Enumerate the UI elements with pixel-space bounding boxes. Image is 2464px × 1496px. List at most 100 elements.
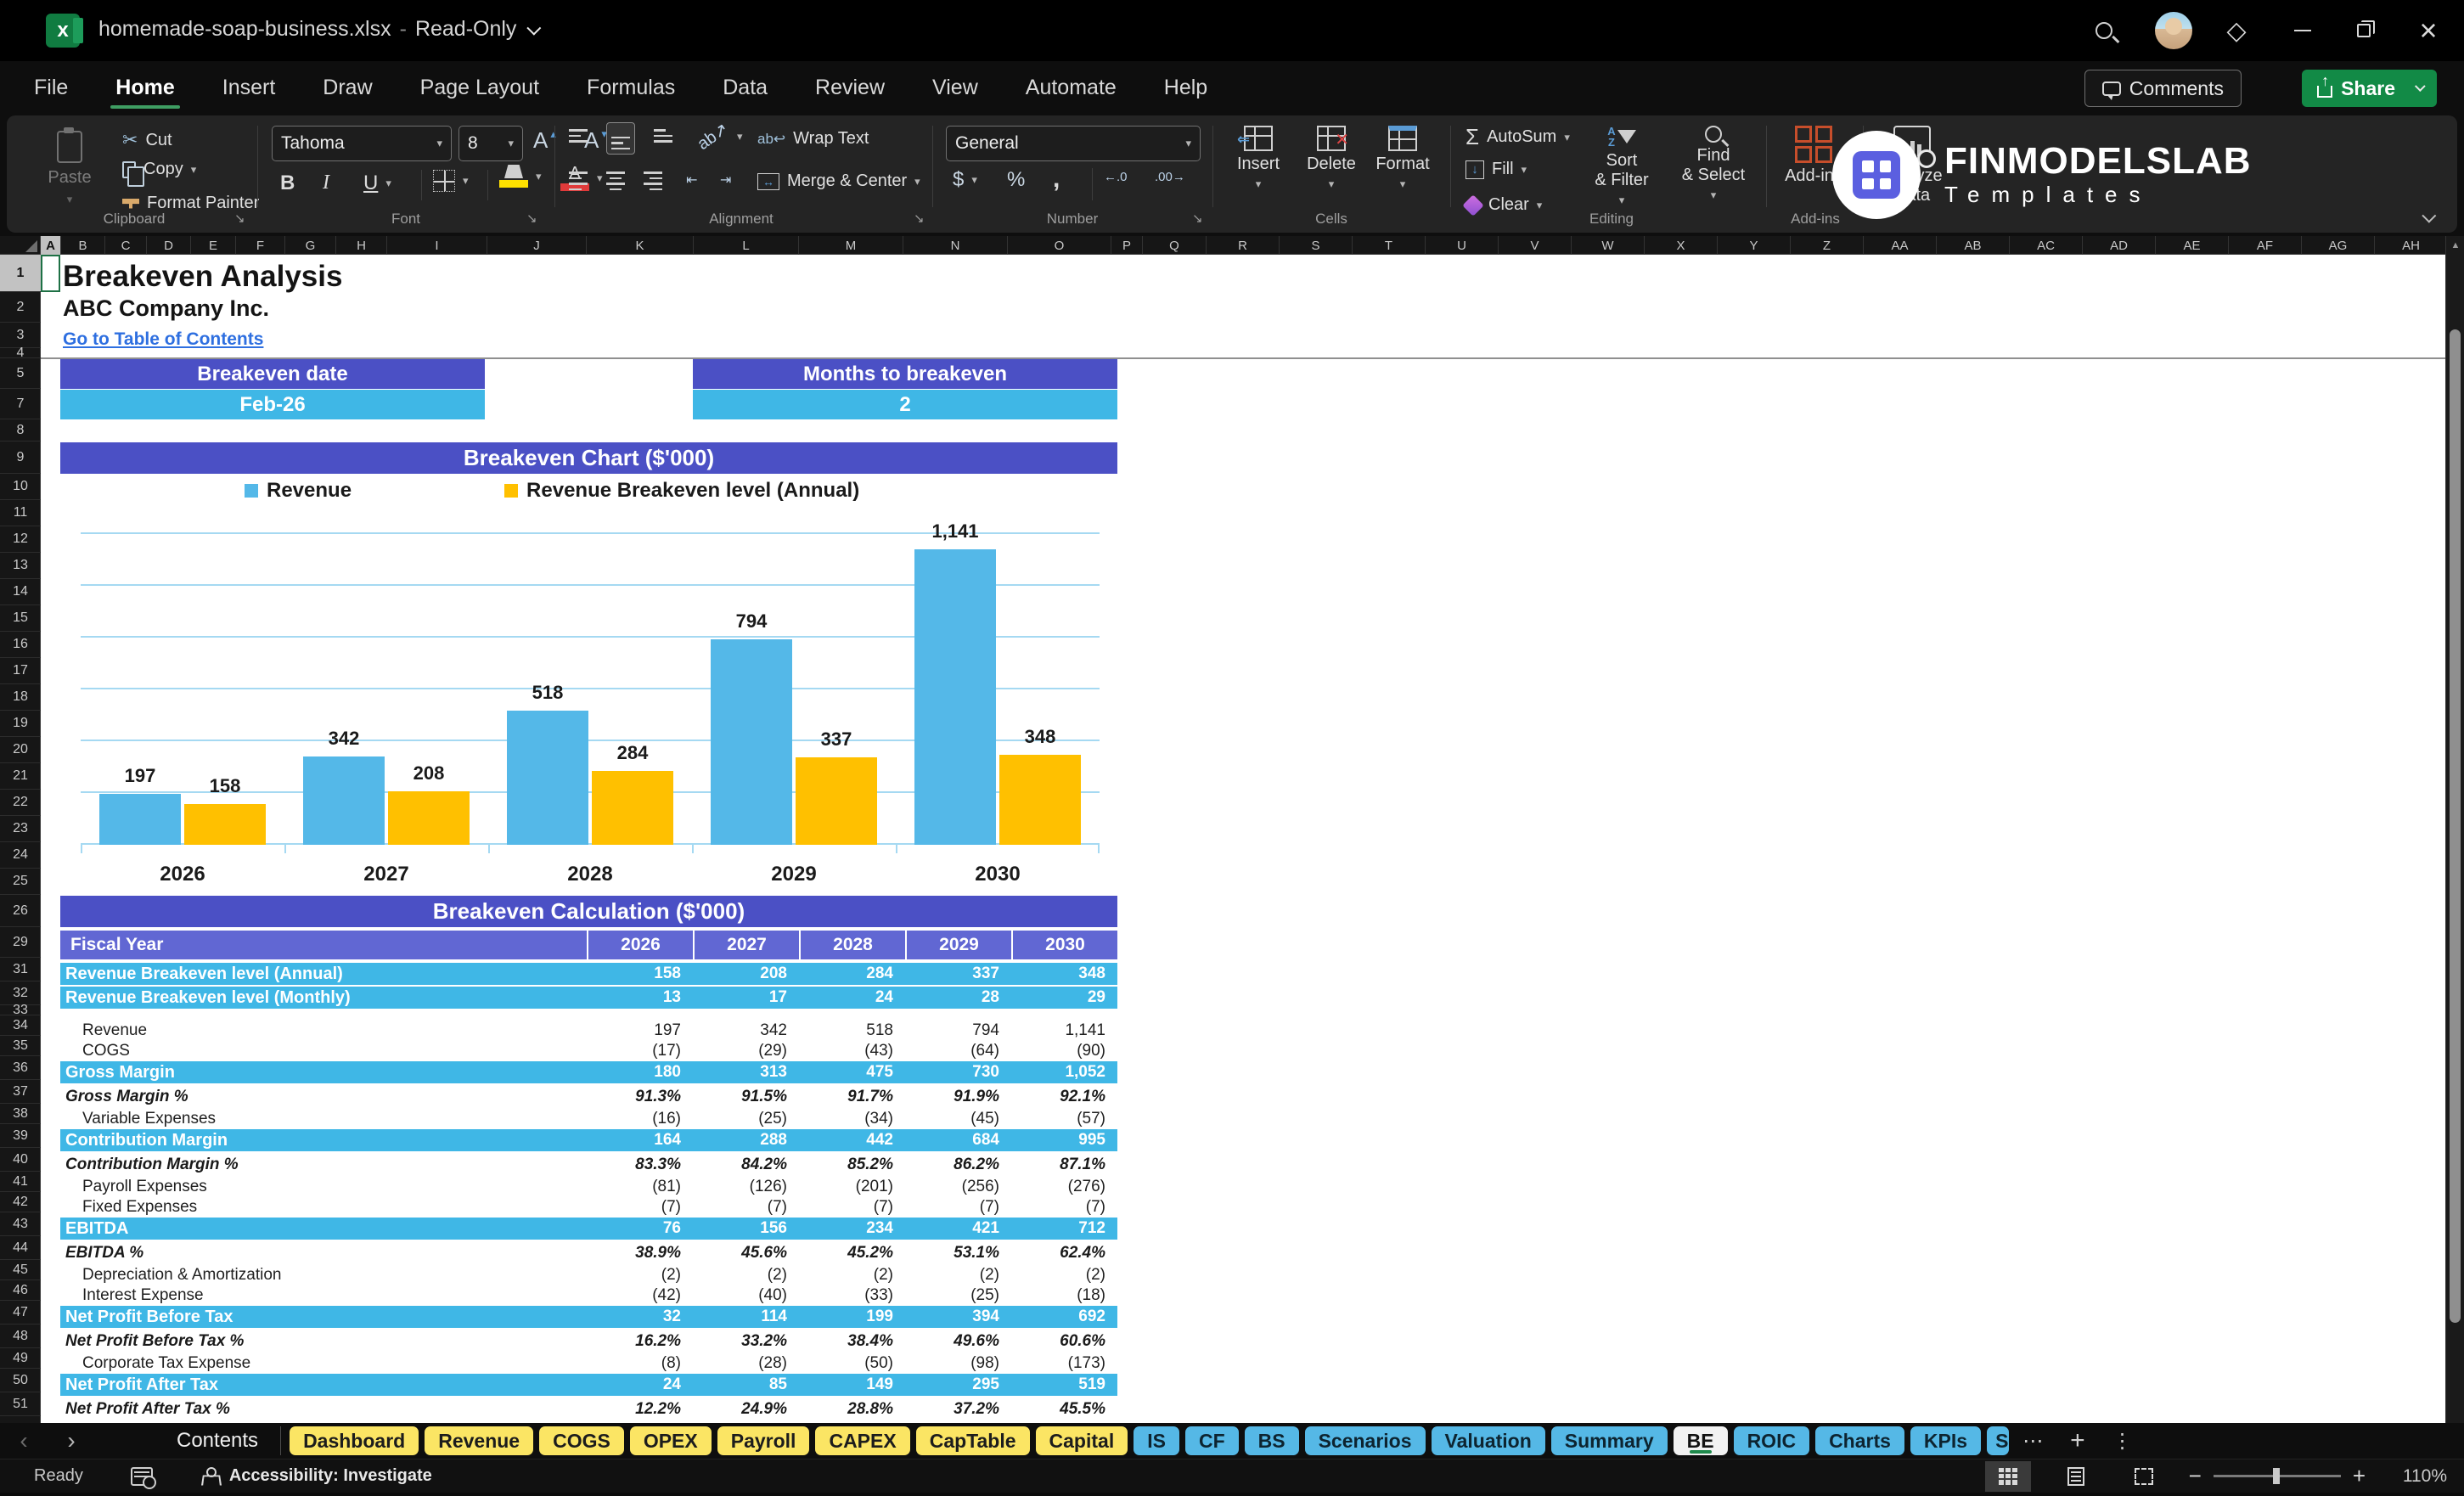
percent-format-button[interactable]: % [1007, 168, 1025, 192]
column-header-Q[interactable]: Q [1143, 236, 1207, 255]
row-header-41[interactable]: 41 [0, 1172, 41, 1192]
sheet-tab-cf[interactable]: CF [1184, 1426, 1239, 1455]
row-header-37[interactable]: 37 [0, 1080, 41, 1104]
row-header-36[interactable]: 36 [0, 1056, 41, 1080]
macro-record-icon[interactable] [130, 1466, 156, 1489]
column-header-W[interactable]: W [1572, 236, 1645, 255]
column-header-J[interactable]: J [487, 236, 587, 255]
normal-view-button[interactable] [1984, 1460, 2031, 1492]
row-header-25[interactable]: 25 [0, 869, 41, 895]
sheet-tab-dashboard[interactable]: Dashboard [290, 1426, 419, 1455]
row-header-29[interactable]: 29 [0, 927, 41, 958]
close-button[interactable]: × [2408, 10, 2449, 51]
sheet-tab-scenarios[interactable]: Scenarios [1304, 1426, 1426, 1455]
decrease-decimal-button[interactable]: .00→ [1155, 170, 1185, 184]
column-header-K[interactable]: K [587, 236, 694, 255]
sheet-tab-be[interactable]: BE [1673, 1426, 1728, 1455]
row-header-17[interactable]: 17 [0, 658, 41, 684]
sheet-tab-capex[interactable]: CAPEX [815, 1426, 910, 1455]
row-header-51[interactable]: 51 [0, 1392, 41, 1416]
column-header-G[interactable]: G [285, 236, 336, 255]
decrease-indent-button[interactable]: ⇤ [686, 172, 697, 188]
sheet-tab-revenue[interactable]: Revenue [425, 1426, 534, 1455]
row-header-39[interactable]: 39 [0, 1124, 41, 1148]
column-header-S[interactable]: S [1280, 236, 1353, 255]
column-header-M[interactable]: M [799, 236, 903, 255]
column-header-B[interactable]: B [61, 236, 105, 255]
column-header-L[interactable]: L [694, 236, 799, 255]
accessibility-status[interactable]: Accessibility: Investigate [229, 1466, 432, 1486]
decrease-font-button[interactable]: A ▾ [584, 127, 607, 154]
align-top-button[interactable] [569, 129, 588, 143]
row-header-13[interactable]: 13 [0, 553, 41, 579]
column-header-AB[interactable]: AB [1937, 236, 2010, 255]
sheet-tab-contents[interactable]: Contents [155, 1426, 282, 1455]
row-header-45[interactable]: 45 [0, 1260, 41, 1280]
row-header-5[interactable]: 5 [0, 358, 41, 389]
menu-tab-data[interactable]: Data [721, 64, 769, 112]
sheet-tab-payroll[interactable]: Payroll [717, 1426, 810, 1455]
row-header-26[interactable]: 26 [0, 895, 41, 927]
row-header-31[interactable]: 31 [0, 958, 41, 981]
row-header-12[interactable]: 12 [0, 526, 41, 553]
menu-tab-home[interactable]: Home [110, 64, 181, 112]
column-header-R[interactable]: R [1207, 236, 1280, 255]
menu-tab-insert[interactable]: Insert [221, 64, 278, 112]
column-header-AD[interactable]: AD [2083, 236, 2156, 255]
row-header-50[interactable]: 50 [0, 1369, 41, 1392]
column-header-A[interactable]: A [41, 236, 61, 255]
row-header-8[interactable]: 8 [0, 419, 41, 441]
zoom-slider[interactable]: − + [2189, 1463, 2366, 1489]
column-header-H[interactable]: H [336, 236, 387, 255]
menu-tab-page-layout[interactable]: Page Layout [419, 64, 541, 112]
row-header-34[interactable]: 34 [0, 1015, 41, 1036]
fill-button[interactable]: ↓ Fill ▾ [1465, 160, 1527, 179]
column-header-X[interactable]: X [1645, 236, 1718, 255]
autosum-button[interactable]: Σ AutoSum ▾ [1465, 124, 1570, 150]
row-header-35[interactable]: 35 [0, 1036, 41, 1056]
sheet-tab-is[interactable]: IS [1134, 1426, 1179, 1455]
menu-tab-help[interactable]: Help [1162, 64, 1209, 112]
bold-button[interactable]: B [280, 172, 295, 195]
find-select-button[interactable]: Find & Select ▾ [1671, 126, 1756, 202]
column-header-AH[interactable]: AH [2375, 236, 2448, 255]
scroll-up-icon[interactable]: ▲ [2446, 236, 2464, 255]
font-dialog-launcher[interactable]: ↘ [526, 211, 537, 226]
row-header-40[interactable]: 40 [0, 1148, 41, 1172]
sheet-tab-cogs[interactable]: COGS [539, 1426, 624, 1455]
sheet-tab-valuation[interactable]: Valuation [1431, 1426, 1545, 1455]
sort-filter-button[interactable]: AZ Sort & Filter ▾ [1579, 126, 1664, 207]
row-header-16[interactable]: 16 [0, 632, 41, 658]
insert-cells-button[interactable]: ⇐ Insert ▾ [1223, 126, 1294, 191]
restore-button[interactable] [2343, 10, 2384, 51]
number-format-select[interactable]: General ▾ [946, 126, 1201, 161]
row-header-3[interactable]: 3 [0, 323, 41, 348]
column-header-Z[interactable]: Z [1791, 236, 1864, 255]
comma-format-button[interactable]: , [1053, 165, 1060, 194]
new-sheet-button[interactable]: + [2070, 1426, 2085, 1455]
zoom-in-icon[interactable]: + [2353, 1463, 2366, 1489]
account-avatar[interactable] [2153, 10, 2194, 51]
row-header-7[interactable]: 7 [0, 389, 41, 419]
menu-tab-draw[interactable]: Draw [321, 64, 374, 112]
row-header-18[interactable]: 18 [0, 684, 41, 711]
currency-format-button[interactable]: $ ▾ [953, 168, 977, 192]
cut-button[interactable]: ✂ Cut [122, 129, 172, 151]
clipboard-dialog-launcher[interactable]: ↘ [234, 211, 245, 226]
column-header-O[interactable]: O [1008, 236, 1111, 255]
title-chevron-down-icon[interactable] [526, 20, 542, 36]
collapse-ribbon-button[interactable] [2422, 208, 2437, 228]
row-header-43[interactable]: 43 [0, 1212, 41, 1236]
vertical-scrollbar[interactable]: ▲ [2445, 236, 2464, 1423]
minimize-button[interactable] [2282, 10, 2323, 51]
column-header-U[interactable]: U [1426, 236, 1499, 255]
row-header-38[interactable]: 38 [0, 1104, 41, 1124]
row-header-19[interactable]: 19 [0, 711, 41, 737]
column-header-P[interactable]: P [1111, 236, 1143, 255]
merge-center-button[interactable]: ↔ Merge & Center ▾ [757, 172, 920, 191]
sheet-tab-s[interactable]: S [1987, 1426, 2010, 1455]
row-header-22[interactable]: 22 [0, 790, 41, 816]
font-family-select[interactable]: Tahoma ▾ [272, 126, 452, 161]
table-of-contents-link[interactable]: Go to Table of Contents [63, 329, 263, 350]
row-header-21[interactable]: 21 [0, 763, 41, 790]
